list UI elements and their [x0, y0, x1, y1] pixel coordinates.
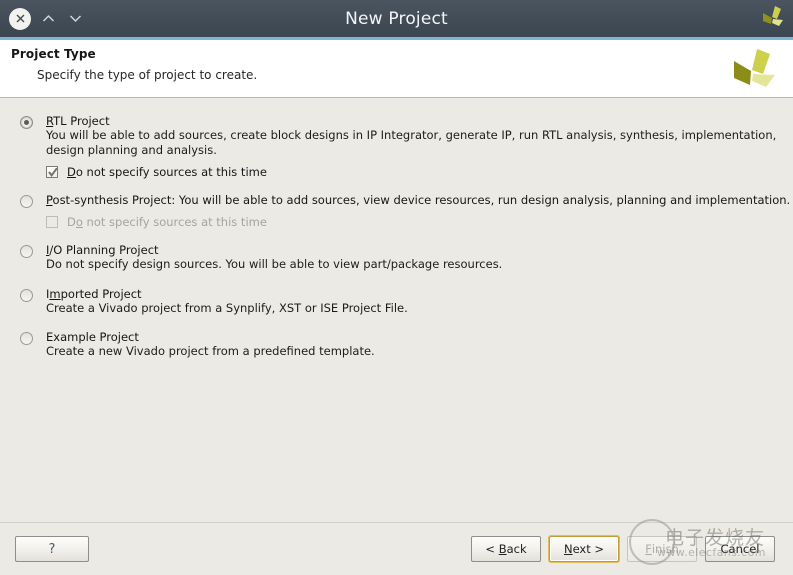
checkbox-do-not-specify-sources-rtl[interactable]: Do not specify sources at this time [46, 166, 793, 179]
option-description: Create a Vivado project from a Synplify,… [46, 301, 791, 316]
option-title: I/O Planning Project [46, 243, 793, 257]
radio-post-synthesis-project[interactable] [20, 195, 33, 208]
checkbox-box [46, 216, 58, 228]
chevron-down-icon[interactable] [65, 8, 85, 30]
option-io-planning-project[interactable]: I/O Planning Project Do not specify desi… [0, 243, 793, 272]
window-titlebar: New Project [0, 0, 793, 37]
option-rtl-project[interactable]: RTL Project You will be able to add sour… [0, 114, 793, 179]
checkbox-label: Do not specify sources at this time [67, 165, 267, 179]
radio-rtl-project[interactable] [20, 116, 33, 129]
window-title: New Project [0, 9, 793, 29]
footer-buttons: < Back Next > Finish Cancel [471, 536, 775, 562]
project-type-options: RTL Project You will be able to add sour… [0, 98, 793, 522]
radio-imported-project[interactable] [20, 289, 33, 302]
chevron-up-icon[interactable] [38, 8, 58, 30]
page-title: Project Type [11, 47, 793, 61]
radio-example-project[interactable] [20, 332, 33, 345]
option-title: RTL Project [46, 114, 793, 128]
new-project-dialog: New Project Project Type Specify the typ… [0, 0, 793, 575]
checkbox-do-not-specify-sources-post-synthesis: Do not specify sources at this time [46, 216, 793, 229]
checkbox-label: Do not specify sources at this time [67, 215, 267, 229]
xilinx-pinwheel-logo [758, 4, 786, 34]
option-description: Create a new Vivado project from a prede… [46, 344, 791, 359]
help-button[interactable]: ? [15, 536, 89, 562]
page-subtitle: Specify the type of project to create. [11, 68, 793, 82]
option-description: Do not specify design sources. You will … [46, 257, 791, 272]
dialog-footer: ? < Back Next > Finish Cancel 电子发烧友 www.… [0, 522, 793, 575]
next-button[interactable]: Next > [549, 536, 619, 562]
option-description: You will be able to add sources, create … [46, 128, 791, 157]
radio-io-planning-project[interactable] [20, 245, 33, 258]
cancel-button[interactable]: Cancel [705, 536, 775, 562]
back-button[interactable]: < Back [471, 536, 541, 562]
dialog-header: Project Type Specify the type of project… [0, 40, 793, 98]
xilinx-pinwheel-logo [724, 46, 780, 96]
close-circle-icon[interactable] [9, 8, 31, 30]
option-title: Post-synthesis Project: You will be able… [46, 193, 793, 207]
window-controls [0, 8, 85, 30]
option-post-synthesis-project[interactable]: Post-synthesis Project: You will be able… [0, 193, 793, 229]
finish-button: Finish [627, 536, 697, 562]
option-example-project[interactable]: Example Project Create a new Vivado proj… [0, 330, 793, 359]
checkbox-box[interactable] [46, 166, 58, 178]
option-title: Example Project [46, 330, 793, 344]
option-imported-project[interactable]: Imported Project Create a Vivado project… [0, 287, 793, 316]
option-title: Imported Project [46, 287, 793, 301]
